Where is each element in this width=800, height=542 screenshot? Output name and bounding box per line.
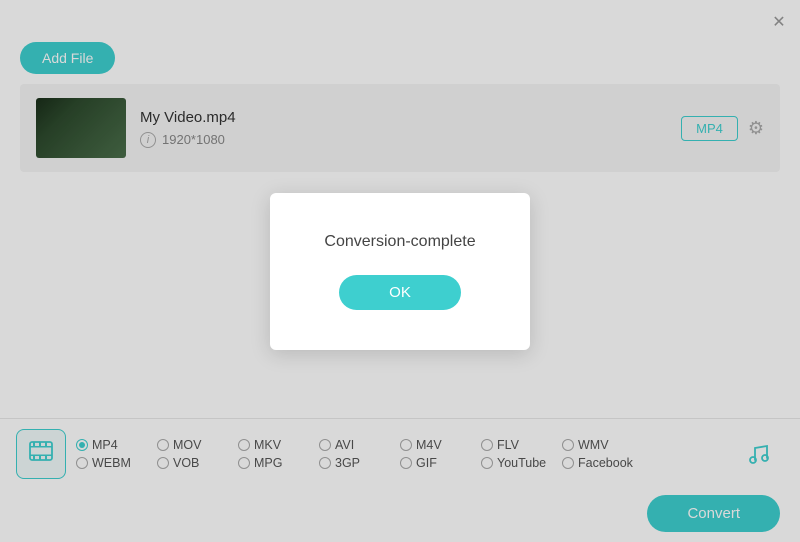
modal-message: Conversion-complete — [320, 233, 480, 251]
modal-overlay: Conversion-complete OK — [0, 0, 800, 542]
modal-box: Conversion-complete OK — [270, 193, 530, 350]
modal-ok-button[interactable]: OK — [339, 275, 461, 310]
